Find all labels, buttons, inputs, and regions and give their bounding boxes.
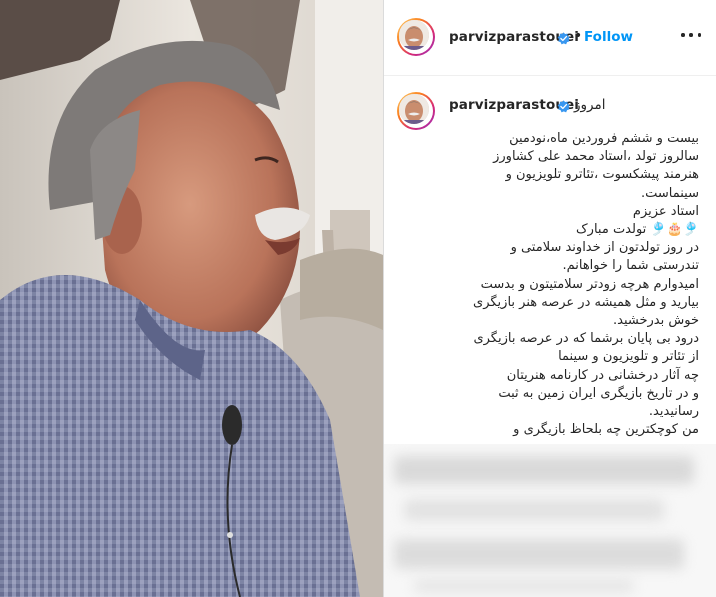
- caption-line: رسانیدید.: [648, 404, 699, 420]
- caption-line: از تئاتر و تلویزیون و سینما: [558, 349, 699, 365]
- caption-line: هنرمند پیشکسوت ،تئاترو تلویزیون و: [505, 167, 699, 183]
- caption-author-avatar[interactable]: [397, 92, 435, 130]
- caption-section: parvizparastouei امروز بیست و ششم فروردی…: [384, 76, 716, 444]
- post-side-panel: parvizparastouei • Follow parvizparastou…: [383, 0, 716, 597]
- caption-line: تندرستی شما را خواهانم.: [562, 258, 699, 274]
- caption-line: خوش بدرخشید.: [613, 313, 699, 329]
- post-photo[interactable]: [0, 0, 383, 597]
- caption-line: استاد عزیزم: [632, 203, 699, 219]
- verified-badge-icon: [557, 100, 570, 113]
- caption-line: امیدوارم هرچه زودتر سلامتیتون و بدست: [480, 276, 699, 292]
- more-options-icon[interactable]: [681, 28, 701, 42]
- caption-line: در روز تولدتون از خداوند سلامتی و: [510, 240, 699, 256]
- caption-line: درود بی پایان برشما که در عرصه بازیگری: [473, 331, 699, 347]
- caption-line: 🎐🎂🎐 تولدت مبارک: [576, 222, 699, 238]
- caption-line: من کوچکترین چه بلحاظ بازیگری و: [513, 422, 699, 438]
- caption-text: بیست و ششم فروردین ماه،نودمین سالروز تولد…: [444, 130, 699, 439]
- caption-line: بیارید و مثل همیشه در عرصه هنر بازیگری: [473, 294, 699, 310]
- instagram-post: parvizparastouei • Follow parvizparastou…: [0, 0, 716, 597]
- header-separator: •: [574, 28, 583, 44]
- post-header: parvizparastouei • Follow: [384, 0, 716, 76]
- follow-button[interactable]: Follow: [584, 29, 633, 45]
- caption-line: سالروز تولد ،استاد محمد علی کشاورز: [493, 149, 699, 165]
- caption-line: و در تاریخ بازیگری ایران زمین به ثبت: [498, 385, 699, 401]
- post-time: امروز: [574, 97, 606, 113]
- author-avatar[interactable]: [397, 18, 435, 56]
- caption-line: سینماست.: [640, 185, 699, 201]
- portrait-illustration: [0, 0, 383, 597]
- verified-badge-icon: [557, 32, 570, 45]
- comments-blurred: [384, 444, 716, 597]
- caption-line: بیست و ششم فروردین ماه،نودمین: [509, 131, 699, 146]
- caption-line: چه آثار درخشانی در کارنامه هنریتان: [506, 367, 699, 383]
